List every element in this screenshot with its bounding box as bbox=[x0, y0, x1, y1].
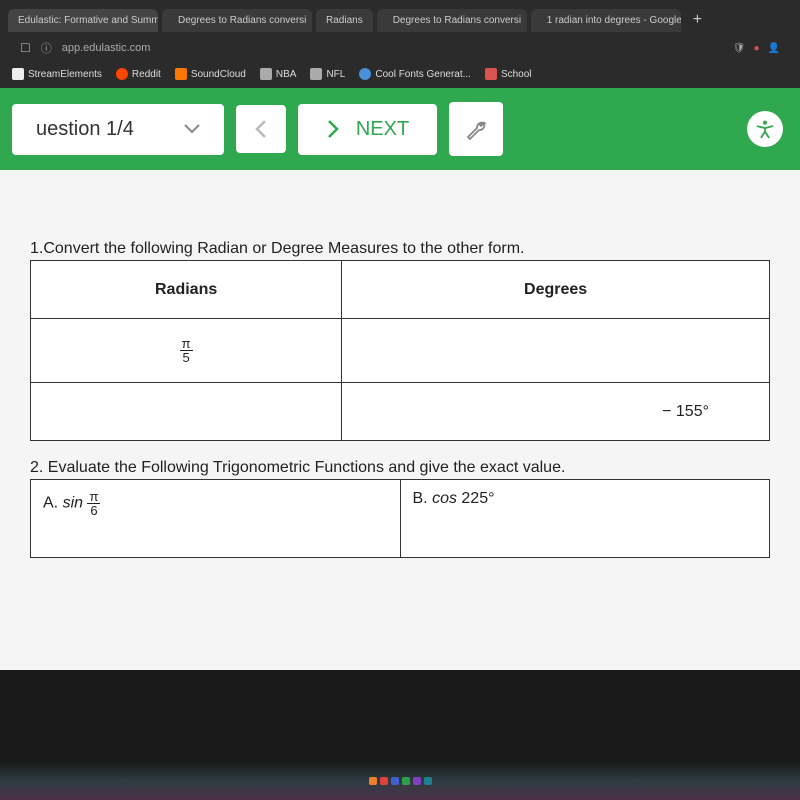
bookmark-nfl[interactable]: NFL bbox=[310, 68, 345, 80]
browser-chrome: Edulastic: Formative and Summ × Degrees … bbox=[0, 0, 800, 88]
school-icon bbox=[485, 68, 497, 80]
tab-label: Radians bbox=[326, 15, 363, 26]
problem-2-prompt: 2. Evaluate the Following Trigonometric … bbox=[30, 459, 770, 477]
bookmark-school[interactable]: School bbox=[485, 68, 532, 80]
bookmark-icon bbox=[12, 68, 24, 80]
bookmark-label: StreamElements bbox=[28, 69, 102, 80]
accessibility-button[interactable] bbox=[742, 106, 788, 152]
cell-cos[interactable]: B. cos 225° bbox=[400, 480, 770, 558]
bookmark-label: SoundCloud bbox=[191, 69, 246, 80]
cell-degrees-2[interactable]: − 155° bbox=[342, 383, 770, 441]
coolfonts-icon bbox=[359, 68, 371, 80]
browser-tab-edulastic[interactable]: Edulastic: Formative and Summ × bbox=[8, 9, 158, 32]
taskbar-icon[interactable] bbox=[413, 777, 421, 785]
header-degrees: Degrees bbox=[342, 261, 770, 319]
wrench-icon bbox=[464, 117, 488, 141]
cos-func: cos bbox=[432, 490, 461, 507]
bookmark-coolfonts[interactable]: Cool Fonts Generat... bbox=[359, 68, 471, 80]
taskbar[interactable] bbox=[0, 762, 800, 800]
bookmark-soundcloud[interactable]: SoundCloud bbox=[175, 68, 246, 80]
profile-icon[interactable]: 👤 bbox=[768, 43, 780, 54]
tab-label: 1 radian into degrees - Google S bbox=[547, 15, 681, 26]
cell-radians-1[interactable]: π 5 bbox=[31, 319, 342, 383]
reddit-icon bbox=[116, 68, 128, 80]
cell-radians-2[interactable] bbox=[31, 383, 342, 441]
nba-icon bbox=[260, 68, 272, 80]
sync-icon[interactable]: ● bbox=[754, 43, 760, 54]
fraction-pi-5: π 5 bbox=[180, 337, 193, 364]
bookmark-label: NBA bbox=[276, 69, 297, 80]
tab-label: Degrees to Radians conversi bbox=[178, 15, 306, 26]
next-label: NEXT bbox=[356, 118, 409, 141]
address-bar-row: ☐ ⓘ app.edulastic.com 🛡 ● 👤 bbox=[0, 34, 800, 62]
nfl-icon bbox=[310, 68, 322, 80]
shield-icon[interactable]: 🛡 bbox=[733, 43, 746, 54]
bookmark-streamelements[interactable]: StreamElements bbox=[12, 68, 102, 80]
table-row: − 155° bbox=[31, 383, 770, 441]
taskbar-icon[interactable] bbox=[380, 777, 388, 785]
bookmark-nba[interactable]: NBA bbox=[260, 68, 297, 80]
cell-sin[interactable]: A. sin π 6 bbox=[31, 480, 401, 558]
browser-tab-radians[interactable]: Radians bbox=[316, 9, 373, 32]
bookmark-bar: StreamElements Reddit SoundCloud NBA NFL… bbox=[0, 62, 800, 88]
browser-sys-icons: 🛡 ● 👤 bbox=[733, 43, 780, 54]
taskbar-icon[interactable] bbox=[369, 777, 377, 785]
taskbar-icon[interactable] bbox=[391, 777, 399, 785]
bookmark-label: School bbox=[501, 69, 532, 80]
cos-arg: 225° bbox=[461, 490, 494, 507]
new-tab-button[interactable]: + bbox=[685, 11, 710, 29]
taskbar-icon[interactable] bbox=[402, 777, 410, 785]
fraction-pi-6: π 6 bbox=[87, 490, 100, 517]
tools-button[interactable] bbox=[449, 102, 503, 156]
address-url[interactable]: app.edulastic.com bbox=[62, 42, 151, 54]
part-a-label: A. bbox=[43, 495, 63, 512]
question-label: uestion 1/4 bbox=[36, 118, 134, 141]
next-button[interactable]: NEXT bbox=[298, 104, 437, 155]
conversion-table: Radians Degrees π 5 − 155° bbox=[30, 260, 770, 441]
browser-tab-degrees-2[interactable]: Degrees to Radians conversi bbox=[377, 9, 527, 32]
sin-func: sin bbox=[63, 495, 88, 512]
chevron-down-icon[interactable] bbox=[184, 124, 200, 134]
part-b-label: B. bbox=[413, 490, 433, 507]
bookmark-reddit[interactable]: Reddit bbox=[116, 68, 161, 80]
question-indicator[interactable]: uestion 1/4 bbox=[12, 104, 224, 155]
question-content: 1.Convert the following Radian or Degree… bbox=[0, 170, 800, 670]
header-radians: Radians bbox=[31, 261, 342, 319]
bookmark-label: Reddit bbox=[132, 69, 161, 80]
evaluate-table: A. sin π 6 B. cos 225° bbox=[30, 479, 770, 558]
table-row: π 5 bbox=[31, 319, 770, 383]
bookmark-label: Cool Fonts Generat... bbox=[375, 69, 471, 80]
taskbar-icon[interactable] bbox=[424, 777, 432, 785]
browser-tab-google[interactable]: 1 radian into degrees - Google S bbox=[531, 9, 681, 32]
app-header: uestion 1/4 NEXT bbox=[0, 88, 800, 170]
accessibility-icon bbox=[747, 111, 783, 147]
site-lock-icon[interactable]: ⓘ bbox=[41, 40, 52, 56]
prev-button[interactable] bbox=[236, 105, 286, 153]
chevron-right-icon bbox=[326, 119, 340, 139]
tab-label: Degrees to Radians conversi bbox=[393, 15, 521, 26]
bookmark-label: NFL bbox=[326, 69, 345, 80]
tab-label: Edulastic: Formative and Summ bbox=[18, 15, 158, 26]
table-header-row: Radians Degrees bbox=[31, 261, 770, 319]
soundcloud-icon bbox=[175, 68, 187, 80]
problem-1-prompt: 1.Convert the following Radian or Degree… bbox=[30, 240, 770, 258]
browser-tab-degrees-1[interactable]: Degrees to Radians conversi bbox=[162, 9, 312, 32]
cell-degrees-1[interactable] bbox=[342, 319, 770, 383]
browser-tab-row: Edulastic: Formative and Summ × Degrees … bbox=[0, 6, 800, 34]
problem-2: 2. Evaluate the Following Trigonometric … bbox=[30, 459, 770, 558]
table-row: A. sin π 6 B. cos 225° bbox=[31, 480, 770, 558]
bookmark-star-icon[interactable]: ☐ bbox=[20, 41, 31, 55]
